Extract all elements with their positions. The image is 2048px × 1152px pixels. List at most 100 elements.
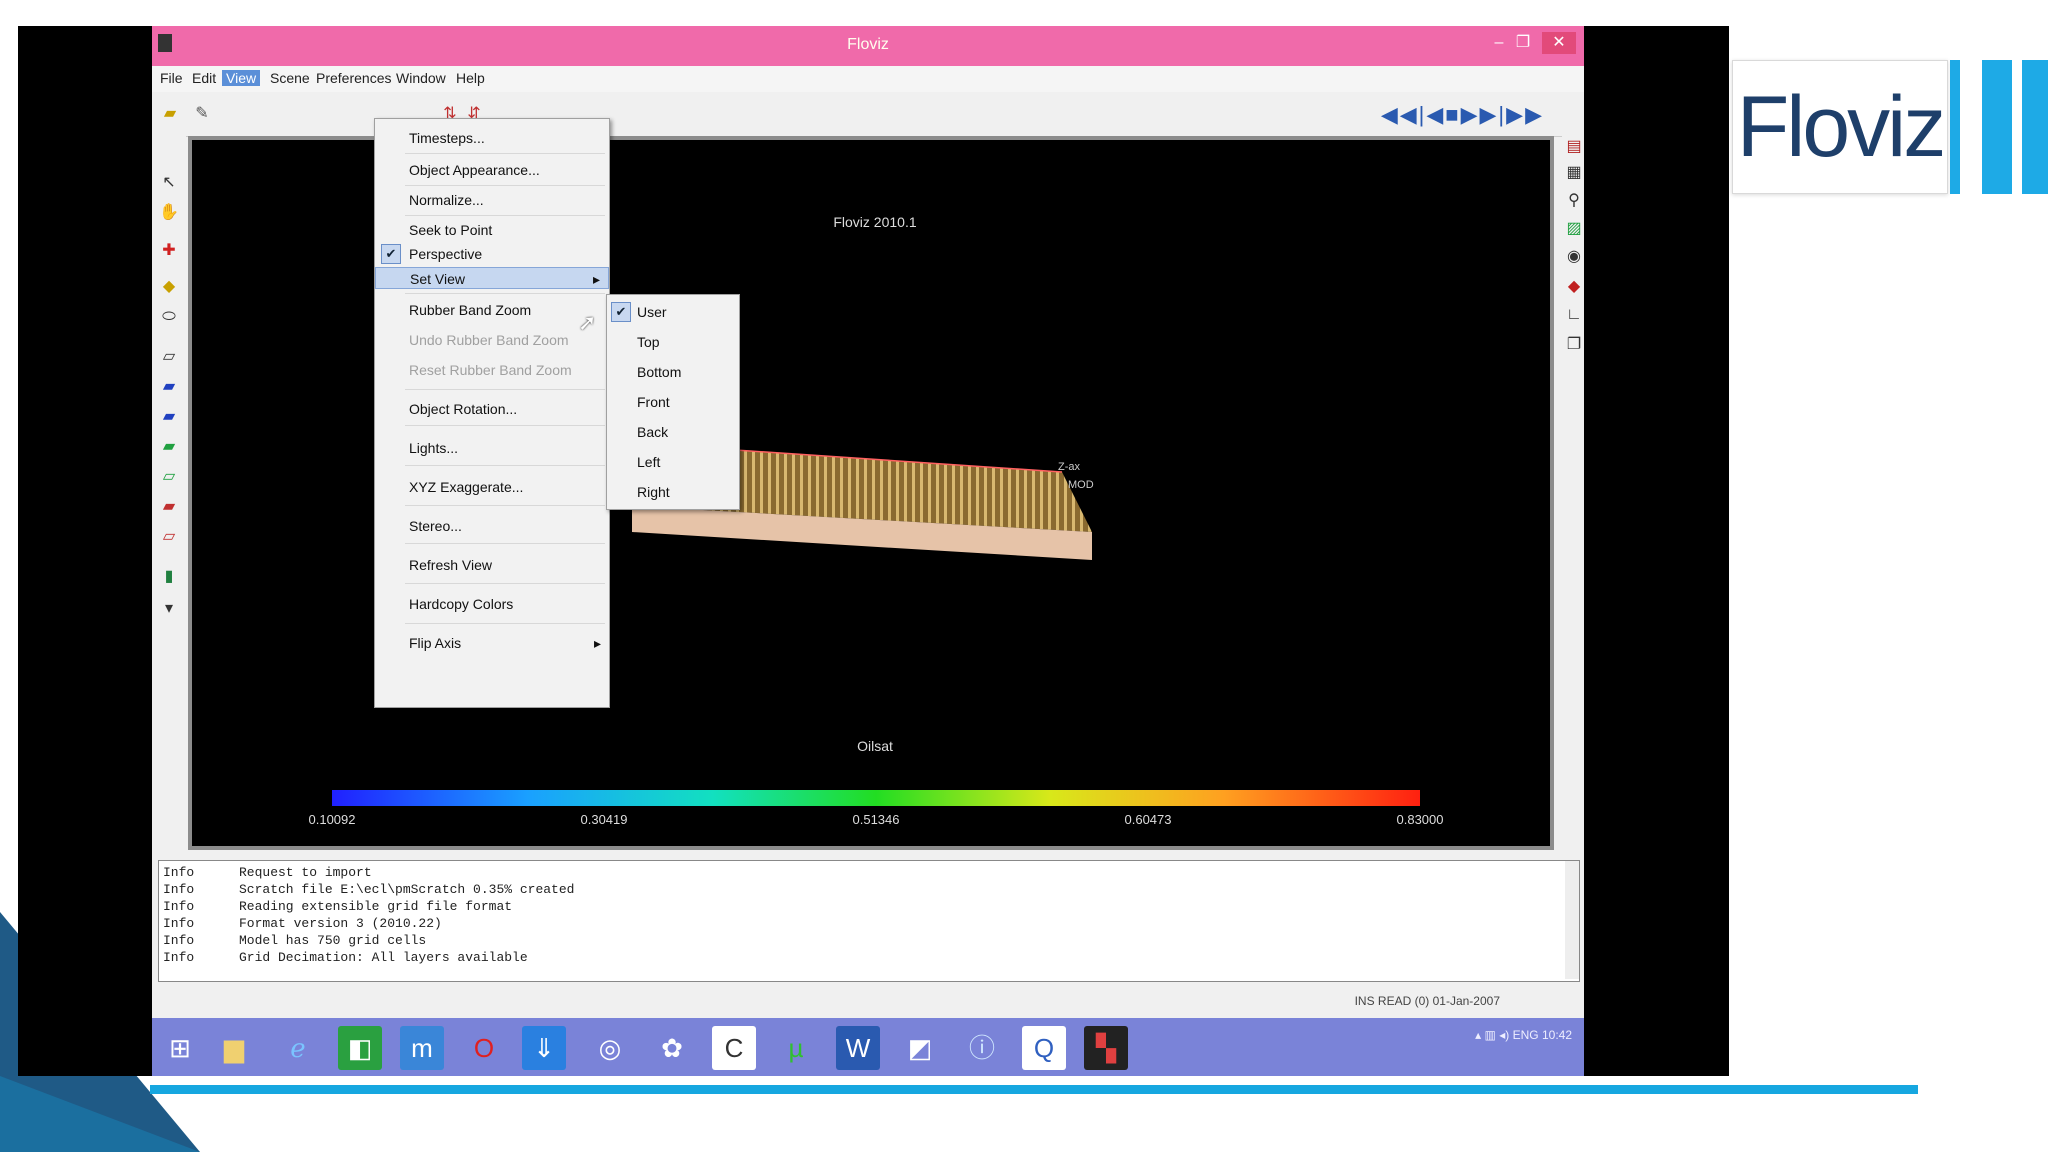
- opera-icon[interactable]: O: [462, 1026, 506, 1070]
- colorbar-tick: 0.60473: [1124, 812, 1172, 827]
- info-console[interactable]: Info Request to import Info Scratch file E…: [158, 860, 1580, 982]
- menu-item-lights[interactable]: Lights...: [375, 437, 609, 459]
- menu-item-xyz-exaggerate[interactable]: XYZ Exaggerate...: [375, 476, 609, 498]
- torrent-icon[interactable]: µ: [774, 1026, 818, 1070]
- right-toolbar: ▤ ▦ ⚲ ▨ ◉ ◆ ∟ ❐: [1562, 136, 1584, 876]
- menu-item-perspective[interactable]: ✔ Perspective: [375, 243, 609, 265]
- menu-scene[interactable]: Scene: [266, 70, 314, 86]
- menu-item-hardcopy-colors[interactable]: Hardcopy Colors: [375, 593, 609, 615]
- stop-icon[interactable]: ■: [1445, 102, 1460, 127]
- menu-item-timesteps[interactable]: Timesteps...: [375, 127, 609, 149]
- internet-explorer-icon[interactable]: ℯ: [276, 1026, 320, 1070]
- menu-item-object-appearance[interactable]: Object Appearance...: [375, 159, 609, 181]
- menu-view[interactable]: View: [222, 70, 261, 86]
- cube-green-alt-icon[interactable]: ▱: [159, 466, 179, 486]
- menu-item-object-rotation[interactable]: Object Rotation...: [375, 398, 609, 420]
- menu-help[interactable]: Help: [452, 70, 489, 86]
- menu-preferences[interactable]: Preferences: [312, 70, 395, 86]
- layers-icon[interactable]: ▤: [1564, 136, 1584, 156]
- word-icon[interactable]: W: [836, 1026, 880, 1070]
- menu-item-rubber-band-zoom[interactable]: Rubber Band Zoom: [375, 299, 609, 321]
- menu-item-refresh-view[interactable]: Refresh View: [375, 554, 609, 576]
- minimize-button[interactable]: –: [1488, 32, 1510, 54]
- menu-separator: [405, 425, 605, 426]
- cube-blue-icon[interactable]: ▰: [159, 376, 179, 396]
- grid-icon[interactable]: ▦: [1564, 162, 1584, 182]
- app-c-icon[interactable]: C: [712, 1026, 756, 1070]
- submenu-arrow-icon: ▸: [593, 635, 601, 651]
- menu-item-set-view[interactable]: Set View ▸: [375, 267, 609, 289]
- rotate-icon[interactable]: ⬭: [159, 308, 179, 328]
- axis-icon[interactable]: ∟: [1564, 306, 1584, 326]
- hand-icon[interactable]: ✋: [159, 202, 179, 222]
- open-file-icon[interactable]: ▰: [160, 104, 180, 124]
- close-button[interactable]: ✕: [1542, 32, 1576, 54]
- maximize-button[interactable]: ❐: [1512, 32, 1534, 54]
- cube-red-icon[interactable]: ▰: [159, 496, 179, 516]
- cube-blue-alt-icon[interactable]: ▰: [159, 406, 179, 426]
- download-icon[interactable]: ⇓: [522, 1026, 566, 1070]
- info-app-icon[interactable]: ⓘ: [960, 1026, 1004, 1070]
- submenu-item-bottom[interactable]: Bottom: [607, 361, 739, 383]
- surface-icon[interactable]: ▨: [1564, 218, 1584, 238]
- step-back-icon[interactable]: |◀: [1419, 102, 1446, 127]
- paint-icon[interactable]: ✿: [650, 1026, 694, 1070]
- submenu-item-right[interactable]: Right: [607, 481, 739, 503]
- cube-icon[interactable]: ▱: [159, 346, 179, 366]
- cube-green-icon[interactable]: ▰: [159, 436, 179, 456]
- submenu-item-user[interactable]: ✔ User: [607, 301, 739, 323]
- set-view-submenu: ✔ User Top Bottom Front Back Left Right: [606, 294, 740, 510]
- submenu-item-front[interactable]: Front: [607, 391, 739, 413]
- menu-item-normalize[interactable]: Normalize...: [375, 189, 609, 211]
- console-scrollbar[interactable]: [1565, 861, 1579, 979]
- play-icon[interactable]: ▶: [1461, 102, 1480, 127]
- status-bar: INS READ (0) 01-Jan-2007: [152, 990, 1584, 1012]
- marker-icon[interactable]: ◆: [1564, 276, 1584, 296]
- console-line: Info Format version 3 (2010.22): [163, 916, 442, 931]
- console-line: Info Scratch file E:\ecl\pmScratch 0.35% …: [163, 882, 575, 897]
- checkmark-icon: ✔: [611, 302, 631, 322]
- app-m-icon[interactable]: m: [400, 1026, 444, 1070]
- app-q-icon[interactable]: Q: [1022, 1026, 1066, 1070]
- pointer-icon[interactable]: ↖: [159, 172, 179, 192]
- battery-icon[interactable]: ▮: [159, 566, 179, 586]
- menu-file[interactable]: File: [156, 70, 187, 86]
- menu-item-stereo[interactable]: Stereo...: [375, 515, 609, 537]
- rewind-icon[interactable]: ◀◀: [1381, 102, 1419, 127]
- wells-icon[interactable]: ⚲: [1564, 190, 1584, 210]
- submenu-item-top[interactable]: Top: [607, 331, 739, 353]
- cube-red-alt-icon[interactable]: ▱: [159, 526, 179, 546]
- menu-window[interactable]: Window: [392, 70, 450, 86]
- menu-item-seek-to-point[interactable]: Seek to Point: [375, 219, 609, 241]
- network-icon[interactable]: ▥: [1485, 1028, 1496, 1042]
- colorbar-tick: 0.83000: [1396, 812, 1444, 827]
- step-forward-icon[interactable]: ▶|: [1480, 102, 1507, 127]
- file-explorer-icon[interactable]: ▆: [212, 1026, 256, 1070]
- logo-bar: [2022, 60, 2048, 194]
- window-icon[interactable]: ❐: [1564, 334, 1584, 354]
- language-indicator[interactable]: ENG: [1513, 1028, 1539, 1042]
- edit-icon[interactable]: ✎: [192, 104, 212, 124]
- submenu-item-left[interactable]: Left: [607, 451, 739, 473]
- tray-arrow-icon[interactable]: ▴: [1475, 1028, 1481, 1042]
- menu-edit[interactable]: Edit: [188, 70, 220, 86]
- pin-icon[interactable]: ▾: [159, 598, 179, 618]
- status-text: INS READ (0) 01-Jan-2007: [1354, 994, 1500, 1008]
- submenu-item-back[interactable]: Back: [607, 421, 739, 443]
- menu-separator: [405, 505, 605, 506]
- title-bar[interactable]: Floviz – ❐ ✕: [152, 26, 1584, 66]
- clock[interactable]: 10:42: [1542, 1028, 1572, 1042]
- floviz-task-icon[interactable]: ▚: [1084, 1026, 1128, 1070]
- chrome-icon[interactable]: ◎: [588, 1026, 632, 1070]
- fast-forward-icon[interactable]: ▶▶: [1506, 102, 1544, 127]
- volume-icon[interactable]: ◂): [1499, 1028, 1509, 1042]
- crosshair-icon[interactable]: ✚: [159, 240, 179, 260]
- camera-icon[interactable]: ◉: [1564, 246, 1584, 266]
- menu-item-flip-axis[interactable]: Flip Axis ▸: [375, 632, 609, 654]
- playback-controls: ◀◀|◀■▶▶|▶▶: [1381, 102, 1544, 128]
- start-button[interactable]: ⊞: [158, 1026, 202, 1070]
- seek-icon[interactable]: ◆: [159, 276, 179, 296]
- spreadsheet-icon[interactable]: ◧: [338, 1026, 382, 1070]
- shortcut-icon[interactable]: ◩: [898, 1026, 942, 1070]
- checkmark-icon: ✔: [381, 244, 401, 264]
